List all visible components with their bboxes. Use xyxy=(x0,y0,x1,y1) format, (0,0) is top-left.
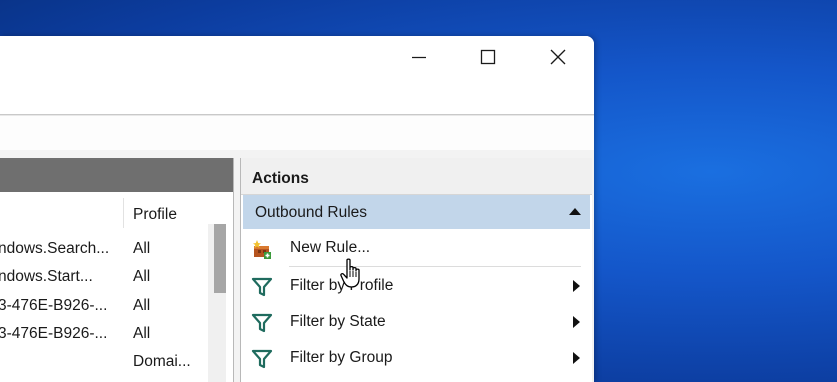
rule-profile: All xyxy=(133,240,151,257)
table-row[interactable]: Domai... xyxy=(0,348,205,376)
action-filter-by-state[interactable]: Filter by State xyxy=(243,304,590,340)
hand-cursor-icon xyxy=(340,258,360,288)
section-outbound-rules[interactable]: Outbound Rules xyxy=(243,195,590,229)
action-filter-by-group[interactable]: Filter by Group xyxy=(243,340,590,376)
toolbar xyxy=(0,115,594,150)
minimize-button[interactable] xyxy=(386,36,452,78)
filter-icon xyxy=(251,313,273,333)
table-row[interactable]: 3-476E-B926-... All xyxy=(0,292,205,320)
table-row[interactable]: ndows.Search... All xyxy=(0,235,205,263)
action-label: Filter by State xyxy=(290,313,386,330)
action-filter-by-profile[interactable]: Filter by Profile xyxy=(243,268,590,304)
column-separator[interactable] xyxy=(123,198,124,228)
submenu-arrow-icon xyxy=(573,280,580,292)
scrollbar-thumb[interactable] xyxy=(214,224,226,293)
section-label: Outbound Rules xyxy=(255,204,368,221)
actions-header: Actions xyxy=(241,158,592,195)
close-icon xyxy=(550,49,566,65)
rules-list-header xyxy=(0,158,233,192)
minimize-icon xyxy=(412,56,426,59)
actions-pane: Actions Outbound Rules New Rule... Filte… xyxy=(240,158,592,382)
rule-profile: All xyxy=(133,325,151,342)
title-bar xyxy=(0,36,594,78)
rule-profile: All xyxy=(133,268,151,285)
submenu-arrow-icon xyxy=(573,316,580,328)
maximize-button[interactable] xyxy=(455,36,521,78)
table-row[interactable]: ndows.Start... All xyxy=(0,263,205,291)
rule-name: ndows.Search... xyxy=(0,240,110,257)
rule-profile: All xyxy=(133,297,151,314)
actions-title: Actions xyxy=(252,170,309,187)
rule-profile: Domai... xyxy=(133,353,191,370)
firewall-window: Profile ndows.Search... All ndows.Start.… xyxy=(0,36,594,382)
filter-icon xyxy=(251,349,273,369)
action-new-rule[interactable]: New Rule... xyxy=(243,230,590,266)
action-label: New Rule... xyxy=(290,239,371,256)
rule-name: 3-476E-B926-... xyxy=(0,297,108,314)
filter-icon xyxy=(251,277,273,297)
rules-list-pane: Profile ndows.Search... All ndows.Start.… xyxy=(0,158,234,382)
menu-bar xyxy=(0,78,594,115)
maximize-icon xyxy=(480,49,496,65)
divider xyxy=(289,266,581,267)
rule-name: ndows.Start... xyxy=(0,268,93,285)
table-row[interactable]: 3-476E-B926-... All xyxy=(0,320,205,348)
collapse-arrow-icon[interactable] xyxy=(569,208,581,215)
column-header-profile[interactable]: Profile xyxy=(133,206,177,224)
action-label: Filter by Group xyxy=(290,349,393,366)
new-rule-icon xyxy=(253,240,271,259)
close-button[interactable] xyxy=(525,36,591,78)
submenu-arrow-icon xyxy=(573,352,580,364)
rule-name: 3-476E-B926-... xyxy=(0,325,108,342)
